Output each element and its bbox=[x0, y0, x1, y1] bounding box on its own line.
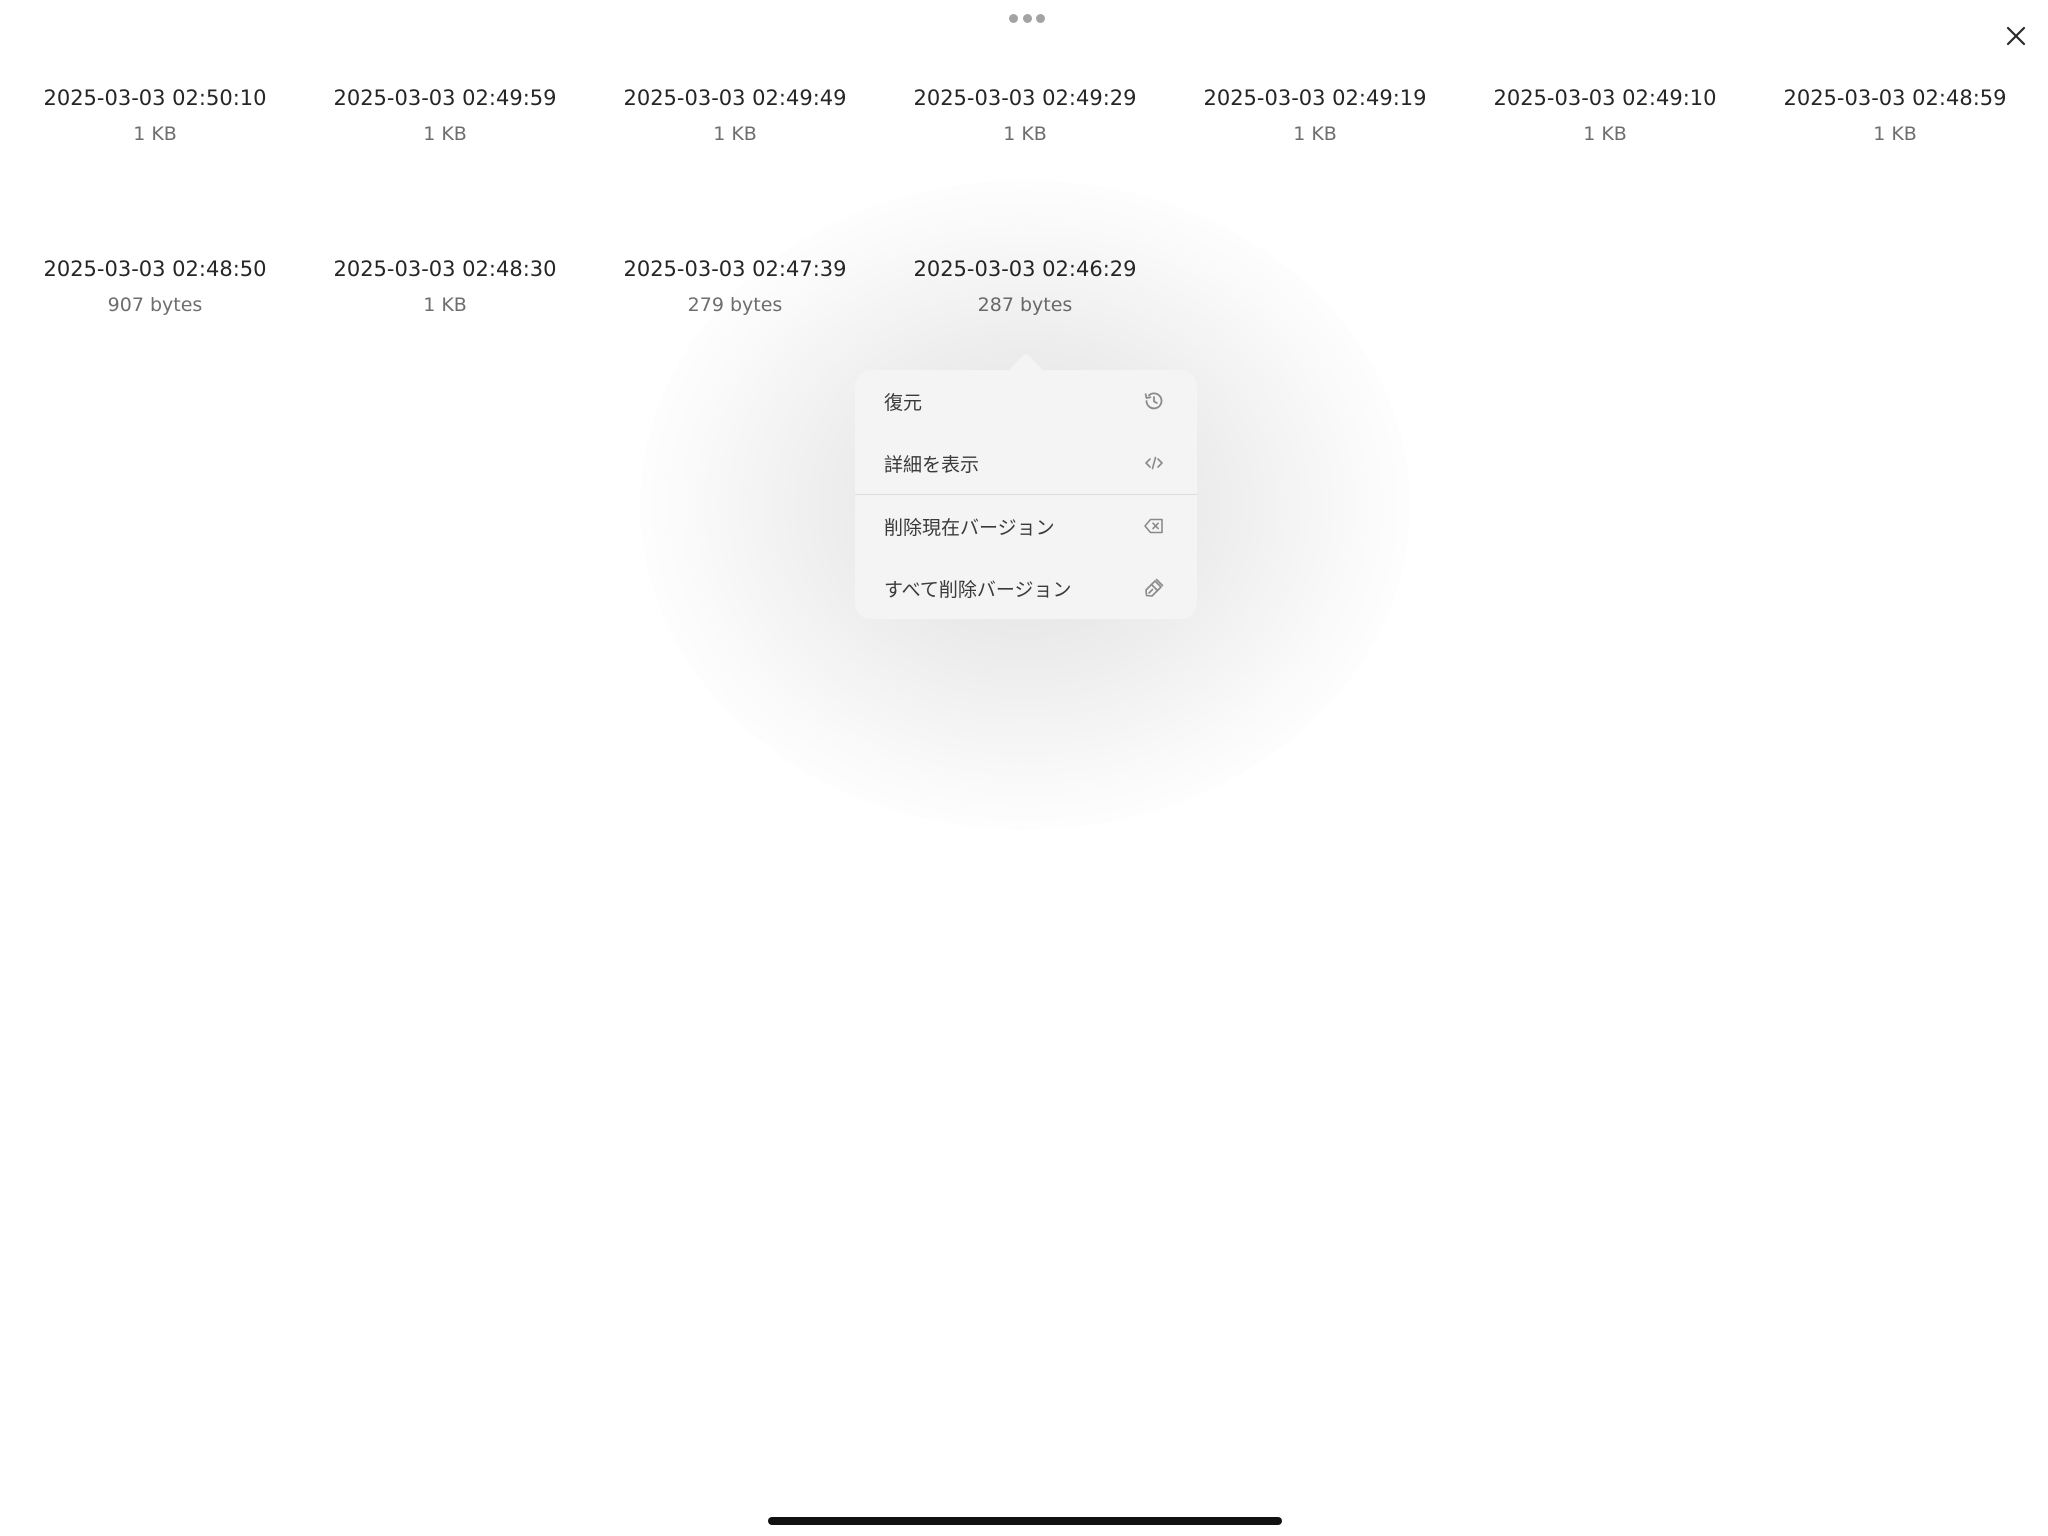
version-size: 1 KB bbox=[1583, 123, 1627, 145]
dot bbox=[1022, 13, 1032, 23]
version-size: 907 bytes bbox=[107, 294, 203, 316]
version-date: 2025-03-03 02:49:10 bbox=[1493, 86, 1717, 110]
broom-icon bbox=[1141, 575, 1167, 601]
code-icon bbox=[1141, 450, 1167, 476]
version-size: 1 KB bbox=[133, 123, 177, 145]
version-size: 1 KB bbox=[423, 294, 467, 316]
history-icon bbox=[1141, 388, 1167, 414]
version-size: 287 bytes bbox=[977, 294, 1073, 316]
version-size: 1 KB bbox=[1873, 123, 1917, 145]
dot bbox=[1036, 13, 1045, 23]
home-indicator[interactable] bbox=[768, 1517, 1282, 1525]
version-date: 2025-03-03 02:50:10 bbox=[43, 86, 267, 110]
menu-arrow bbox=[1009, 350, 1043, 370]
dot bbox=[1009, 13, 1018, 23]
version-size: 1 KB bbox=[1293, 123, 1337, 145]
version-size: 279 bytes bbox=[687, 294, 783, 316]
context-menu: 復元 詳細を表示 削除現在バージョン すべて削除バージョン bbox=[855, 370, 1197, 619]
version-date: 2025-03-03 02:48:30 bbox=[333, 257, 557, 281]
version-item[interactable]: 2025-03-03 02:49:49 1 KB bbox=[590, 80, 880, 251]
version-date: 2025-03-03 02:49:29 bbox=[913, 86, 1137, 110]
version-size: 1 KB bbox=[713, 123, 757, 145]
delete-backspace-icon bbox=[1141, 513, 1167, 539]
version-date: 2025-03-03 02:49:19 bbox=[1203, 86, 1427, 110]
version-history-sheet: 2025-03-03 02:50:10 1 KB 2025-03-03 02:4… bbox=[0, 0, 2048, 1536]
menu-item-label: 復元 bbox=[884, 391, 923, 414]
version-item[interactable]: 2025-03-03 02:50:10 1 KB bbox=[10, 80, 300, 251]
more-dots-icon[interactable] bbox=[1009, 12, 1045, 24]
version-item[interactable]: 2025-03-03 02:49:59 1 KB bbox=[300, 80, 590, 251]
version-date: 2025-03-03 02:48:59 bbox=[1783, 86, 2007, 110]
version-item[interactable]: 2025-03-03 02:48:59 1 KB bbox=[1750, 80, 2040, 251]
menu-item-delete-current-version[interactable]: 削除現在バージョン bbox=[855, 495, 1197, 557]
menu-item-label: 詳細を表示 bbox=[884, 453, 980, 476]
menu-item-restore[interactable]: 復元 bbox=[855, 370, 1197, 432]
version-item[interactable]: 2025-03-03 02:48:30 1 KB bbox=[300, 251, 590, 422]
version-item[interactable]: 2025-03-03 02:48:50 907 bytes bbox=[10, 251, 300, 422]
version-date: 2025-03-03 02:49:49 bbox=[623, 86, 847, 110]
version-date: 2025-03-03 02:46:29 bbox=[913, 257, 1137, 281]
menu-item-label: すべて削除バージョン bbox=[884, 578, 1072, 601]
version-date: 2025-03-03 02:47:39 bbox=[623, 257, 847, 281]
close-button[interactable] bbox=[2000, 20, 2032, 52]
version-date: 2025-03-03 02:48:50 bbox=[43, 257, 267, 281]
menu-item-delete-all-versions[interactable]: すべて削除バージョン bbox=[855, 557, 1197, 619]
version-item[interactable]: 2025-03-03 02:49:19 1 KB bbox=[1170, 80, 1460, 251]
version-item[interactable]: 2025-03-03 02:49:29 1 KB bbox=[880, 80, 1170, 251]
close-icon bbox=[2006, 26, 2026, 46]
version-size: 1 KB bbox=[423, 123, 467, 145]
menu-item-show-details[interactable]: 詳細を表示 bbox=[855, 432, 1197, 494]
version-item[interactable]: 2025-03-03 02:47:39 279 bytes bbox=[590, 251, 880, 422]
version-item[interactable]: 2025-03-03 02:49:10 1 KB bbox=[1460, 80, 1750, 251]
version-size: 1 KB bbox=[1003, 123, 1047, 145]
version-date: 2025-03-03 02:49:59 bbox=[333, 86, 557, 110]
menu-item-label: 削除現在バージョン bbox=[884, 516, 1055, 539]
